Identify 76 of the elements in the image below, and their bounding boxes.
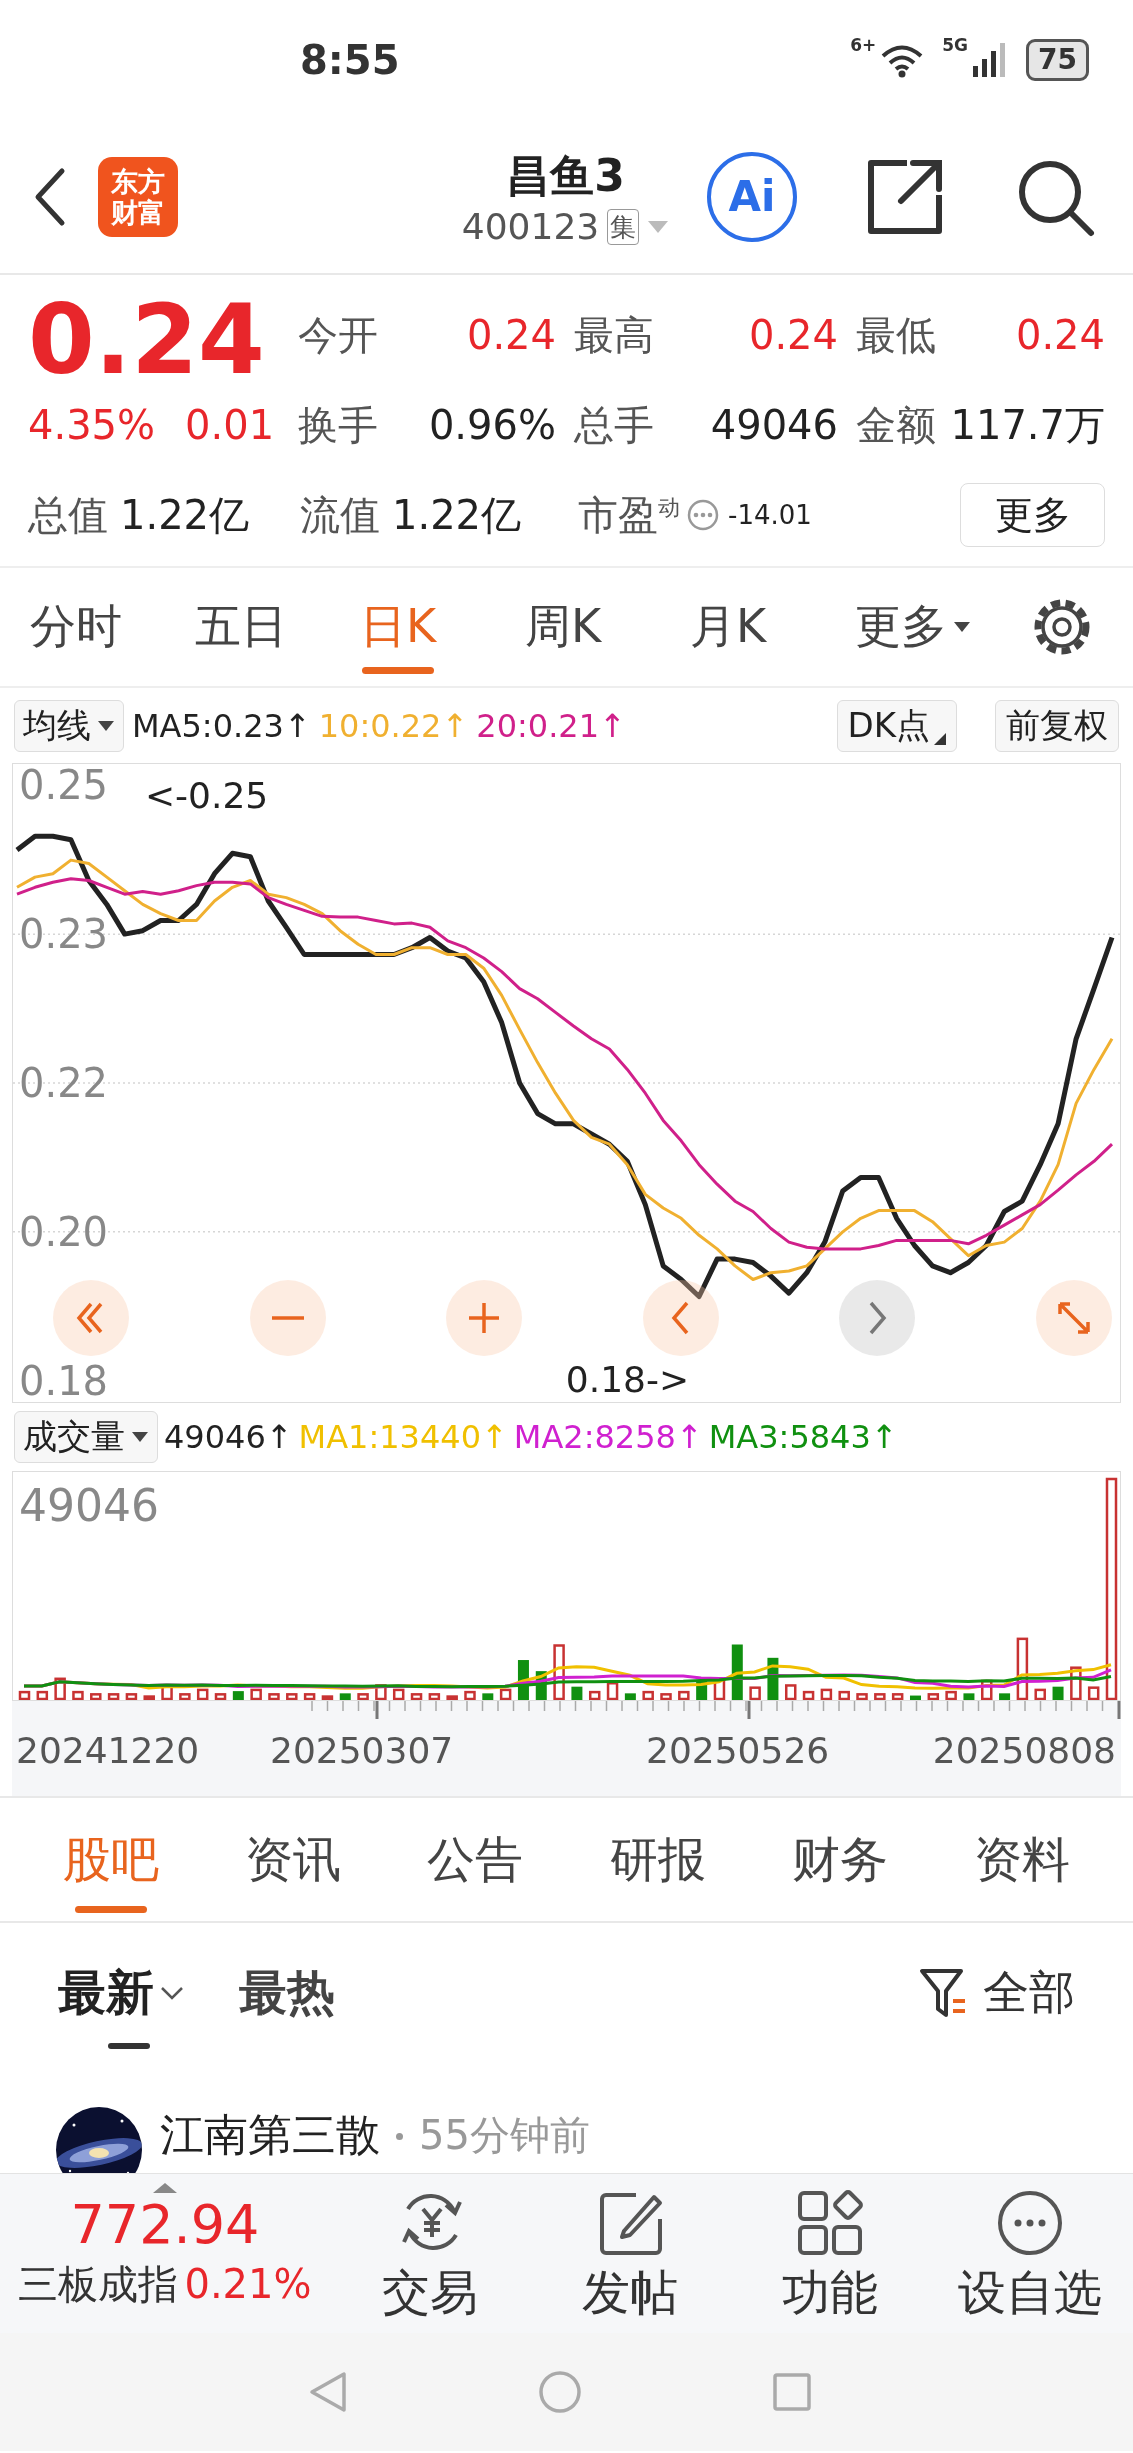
toolbar-button[interactable]: DK点 (836, 699, 957, 752)
section-tab[interactable]: 财务 (781, 1798, 898, 1921)
stat-value: 0.24 (466, 312, 556, 358)
app-logo: 东方财富 (98, 156, 178, 237)
stat-value: 0.24 (748, 312, 838, 358)
period-tab[interactable]: 五日 (195, 568, 287, 686)
filter-button[interactable]: 全部 (919, 1923, 1075, 2063)
section-tab[interactable]: 研报 (599, 1798, 716, 1921)
stat-label: 总值 (28, 490, 108, 540)
index-name: 三板成指 (18, 2260, 179, 2309)
price-marker: 0.18-> (565, 1359, 690, 1400)
stat-value: -14.01 (728, 500, 812, 530)
stock-name: 昌鱼3 (506, 149, 625, 203)
axis-label: 20241220 (16, 1730, 200, 1771)
action-button[interactable]: 发帖 (530, 2174, 730, 2333)
axis-label: 0.18 (19, 1357, 109, 1402)
stat-label: 最高 (574, 310, 654, 360)
battery-indicator: 75 (1026, 39, 1089, 81)
period-tab[interactable]: 更多 (855, 568, 971, 686)
clock-time: 8:55 (300, 37, 400, 83)
stat-value: 0.96% (428, 402, 556, 448)
stat-label: 最低 (856, 310, 936, 360)
axis-label: 20250307 (270, 1730, 454, 1771)
legend-value: MA2:8258↑ (513, 1418, 703, 1456)
market-tag: 集 (607, 208, 640, 245)
average-select[interactable]: 均线 (14, 699, 124, 752)
period-tab[interactable]: 分时 (30, 568, 122, 686)
stock-code: 400123 (461, 206, 600, 247)
axis-label: 0.23 (19, 911, 109, 958)
section-tab[interactable]: 资料 (963, 1798, 1080, 1921)
section-tab[interactable]: 资讯 (235, 1798, 352, 1921)
more-button[interactable]: 更多 (960, 483, 1105, 547)
stat-value: 117.7万 (950, 400, 1105, 450)
stat-value: 1.22亿 (120, 490, 250, 540)
network-label: 5G (942, 35, 969, 55)
stat-value: 0.24 (1015, 312, 1105, 358)
stat-label: 今开 (298, 310, 378, 360)
axis-label: 20250526 (646, 1730, 830, 1771)
post-time: 55分钟前 (419, 2111, 590, 2160)
stat-label: 总手 (574, 400, 654, 450)
change-amount: 0.01 (185, 401, 275, 450)
index-value: 772.94 (70, 2194, 260, 2256)
axis-label: 0.20 (19, 1208, 109, 1255)
legend-value: 49046↑ (164, 1418, 293, 1456)
stat-label: 流值 (300, 490, 380, 540)
legend-value: MA1:13440↑ (298, 1418, 508, 1456)
stat-label: 金额 (856, 400, 936, 450)
author-name[interactable]: 江南第三散 (160, 2107, 380, 2163)
axis-label: 20250808 (932, 1730, 1116, 1771)
last-price: 0.24 (28, 290, 266, 390)
price-marker: <-0.25 (144, 775, 269, 816)
index-change: 0.21% (184, 2260, 312, 2309)
legend-value: MA3:5843↑ (708, 1418, 898, 1456)
stat-value: 49046 (710, 402, 838, 448)
toolbar-button[interactable]: 前复权 (995, 699, 1119, 752)
axis-label: 49046 (18, 1479, 160, 1531)
stat-value: 1.22亿 (392, 490, 522, 540)
change-percent: 4.35% (28, 401, 156, 450)
period-tab[interactable]: 月K (690, 568, 767, 686)
action-button[interactable]: 交易 (330, 2174, 530, 2333)
legend-value: 10:0.22↑ (318, 706, 469, 745)
ai-button[interactable]: Ai (707, 151, 797, 242)
section-tab[interactable]: 公告 (417, 1798, 534, 1921)
axis-label: 0.22 (19, 1060, 109, 1106)
period-tab[interactable]: 周K (525, 568, 602, 686)
network-label: 6+ (850, 35, 877, 55)
sort-tab[interactable]: 最热 (239, 1923, 335, 2063)
sort-tab[interactable]: 最新 (58, 1923, 184, 2063)
action-button[interactable]: 设自选 (930, 2174, 1130, 2333)
indicator-select[interactable]: 成交量 (14, 1411, 158, 1463)
action-button[interactable]: 功能 (730, 2174, 930, 2333)
stat-label: 市盈$^{动}$ (578, 490, 680, 540)
legend-value: 20:0.21↑ (476, 706, 626, 745)
legend-value: MA5:0.23↑ (132, 706, 311, 745)
axis-label: 0.25 (19, 764, 109, 809)
stat-label: 换手 (298, 400, 378, 450)
